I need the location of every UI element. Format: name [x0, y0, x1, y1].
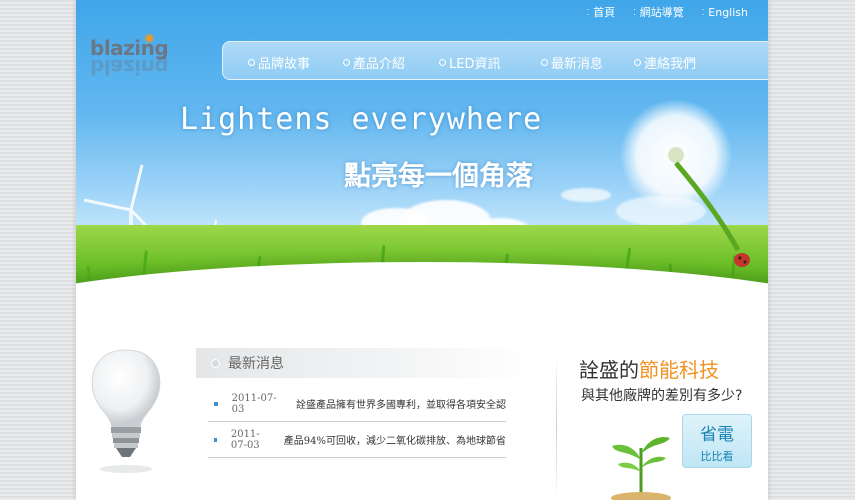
- banner-curve: [76, 262, 768, 330]
- nav-item-led-info[interactable]: LED資訊: [439, 53, 500, 72]
- button-label-main: 省電: [700, 425, 734, 445]
- promo-subtitle: 與其他廠牌的差別有多少?: [581, 388, 743, 404]
- dandelion-icon: [620, 100, 750, 267]
- news-item[interactable]: 2011-07-03 產品94%可回收，減少二氧化碳排放、為地球節省: [208, 422, 506, 458]
- top-link-english[interactable]: ⁚ English: [702, 4, 748, 20]
- top-link-sitemap[interactable]: ⁚ 網站導覽: [633, 4, 684, 20]
- hero-tagline-zh: 點亮每一個角落: [344, 161, 533, 192]
- bullet-icon: [248, 59, 255, 66]
- nav-item-contact[interactable]: 連絡我們: [634, 53, 696, 72]
- button-label-sub: 比比看: [700, 450, 734, 463]
- compare-savings-button[interactable]: 省電 比比看: [682, 414, 752, 468]
- news-section: 最新消息 2011-07-03 詮盛產品擁有世界多國專利，並取得各項安全認 20…: [196, 348, 531, 458]
- promo-title: 詮盛的節能科技: [579, 358, 719, 382]
- promo-title-highlight: 節能科技: [639, 358, 719, 382]
- nav-item-news[interactable]: 最新消息: [541, 53, 603, 72]
- main-nav: 品牌故事 產品介紹 LED資訊 最新消息 連絡我們: [222, 41, 768, 80]
- bullet-icon: [214, 437, 217, 442]
- news-date: 2011-07-03: [231, 392, 277, 415]
- seedling-icon: [611, 436, 671, 500]
- news-date: 2011-07-03: [230, 428, 260, 451]
- divider: [556, 352, 557, 500]
- circle-bullet-icon: [211, 358, 220, 368]
- nav-item-brand-story[interactable]: 品牌故事: [248, 53, 310, 72]
- top-links: ⁚ 首頁 ⁚ 網站導覽 ⁚ English: [587, 4, 748, 20]
- news-heading-bar: 最新消息: [196, 348, 531, 378]
- news-text: 產品94%可回收，減少二氧化碳排放、為地球節省: [283, 436, 506, 447]
- bullet-icon: [343, 59, 350, 66]
- news-item[interactable]: 2011-07-03 詮盛產品擁有世界多國專利，並取得各項安全認: [208, 386, 506, 422]
- page: Lightens everywhere 點亮每一個角落 ✺ blazing bl…: [76, 0, 768, 500]
- bullet-icon: [634, 59, 641, 66]
- news-text: 詮盛產品擁有世界多國專利，並取得各項安全認: [296, 400, 506, 411]
- bullet-icon: [439, 59, 446, 66]
- hero-tagline-en: Lightens everywhere: [180, 102, 543, 137]
- top-link-home[interactable]: ⁚ 首頁: [587, 4, 616, 20]
- logo[interactable]: ✺ blazing blazing: [90, 32, 200, 80]
- light-bulb-icon: [91, 349, 161, 473]
- logo-reflection: blazing: [90, 55, 169, 79]
- nav-item-products[interactable]: 產品介紹: [343, 53, 405, 72]
- news-heading: 最新消息: [228, 356, 284, 372]
- bullet-icon: [541, 59, 548, 66]
- sun-icon: ✺: [144, 32, 155, 47]
- bullet-icon: [214, 401, 218, 406]
